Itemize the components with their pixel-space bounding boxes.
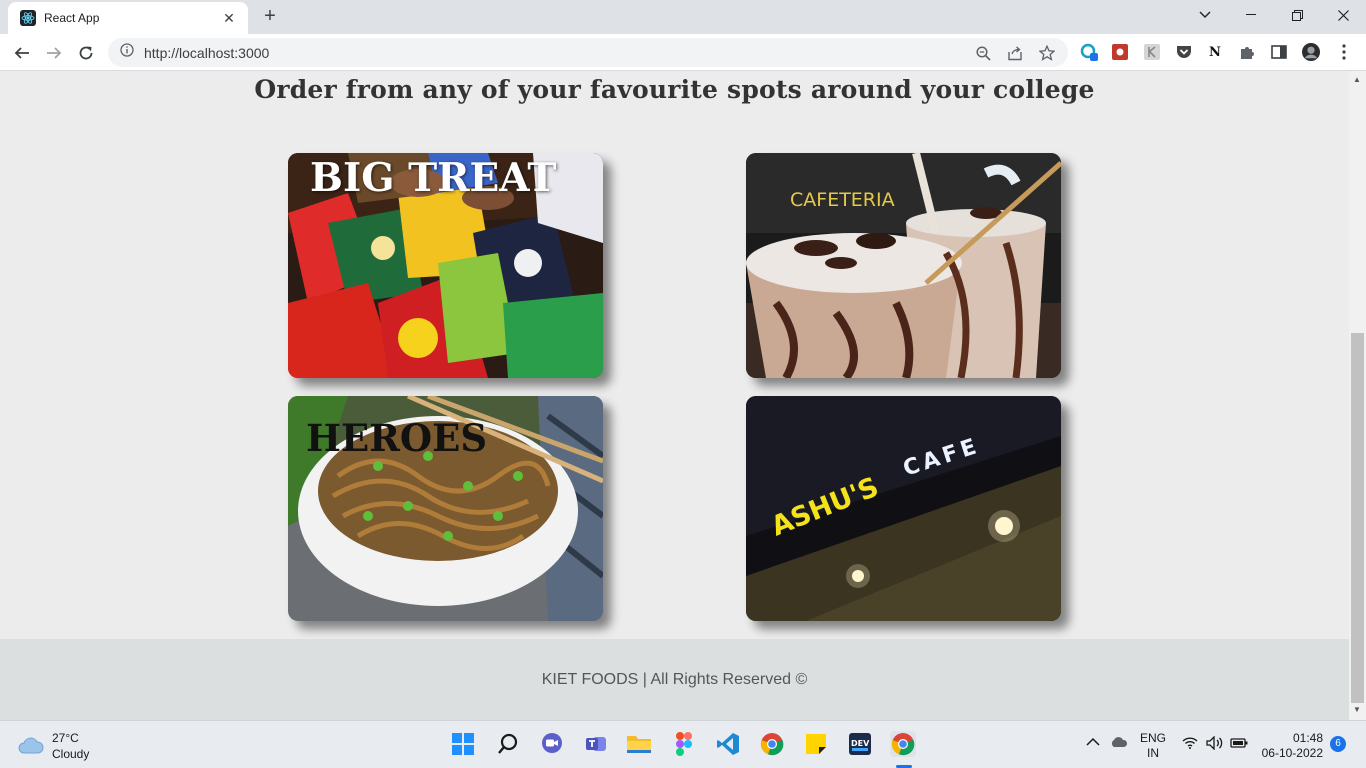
back-icon[interactable] [9,40,35,66]
card-label-big-treat: BIG TREAT [310,155,557,201]
extension-gray-icon[interactable] [1143,43,1161,61]
teams-icon[interactable] [583,731,609,757]
show-hidden-icons-chevron-icon[interactable] [1086,736,1100,751]
volume-icon[interactable] [1206,735,1224,754]
restaurant-card-big-treat[interactable]: BIG TREAT [288,153,603,378]
file-explorer-icon[interactable] [626,731,652,757]
onedrive-icon[interactable] [1110,736,1128,752]
restore-icon[interactable] [1274,0,1320,30]
page-scrollbar[interactable]: ▲ ▼ [1349,71,1366,720]
devhome-icon[interactable]: DEV [847,731,873,757]
extension-red-icon[interactable] [1111,43,1129,61]
search-icon[interactable] [495,731,521,757]
svg-text:DEV: DEV [851,739,870,748]
chrome-icon[interactable] [759,731,785,757]
scroll-up-arrow-icon[interactable]: ▲ [1353,75,1361,84]
windows-taskbar: 27°C Cloudy DEV ENG IN 01:48 06-10-2022 … [0,720,1366,768]
battery-icon[interactable] [1230,737,1248,753]
address-bar[interactable]: http://localhost:3000 [108,38,1068,67]
forward-icon[interactable] [41,40,67,66]
sticky-notes-icon[interactable] [803,731,829,757]
info-icon[interactable] [120,43,134,62]
close-window-icon[interactable] [1320,0,1366,30]
chrome-active-icon[interactable] [890,731,916,757]
notification-count-badge[interactable]: 6 [1330,736,1346,752]
language-code: ENG [1140,731,1167,745]
chat-icon[interactable] [539,731,565,757]
clock[interactable]: 01:48 06-10-2022 [1259,731,1323,761]
tab-strip: React App ✕ + [0,0,1366,34]
reload-icon[interactable] [73,40,99,66]
card-label-heroes: HEROES [306,416,488,460]
cafe-storefront-photo: ASHU'S CAFE [746,396,1061,621]
close-tab-icon[interactable]: ✕ [220,10,238,27]
weather-widget[interactable]: 27°C Cloudy [18,730,89,762]
cloud-icon [18,737,44,754]
side-panel-icon[interactable] [1270,43,1288,61]
tab-search-icon[interactable] [1182,0,1228,30]
notion-icon[interactable]: N [1206,43,1224,61]
restaurant-card-heroes[interactable]: HEROES [288,396,603,621]
extension-q-icon[interactable] [1080,43,1098,61]
zoom-icon[interactable] [974,45,992,61]
react-logo-icon [20,10,36,26]
browser-tab[interactable]: React App ✕ [8,2,248,34]
wifi-icon[interactable] [1182,737,1198,753]
share-icon[interactable] [1006,45,1024,61]
tab-title: React App [44,11,100,25]
page-heading: Order from any of your favourite spots a… [254,75,1095,104]
restaurant-card-cafe[interactable]: ASHU'S CAFE [746,396,1061,621]
menu-kebab-icon[interactable] [1335,43,1353,61]
page-footer: KIET FOODS | All Rights Reserved © [0,639,1349,720]
clock-time: 01:48 [1292,731,1323,745]
windows-start-icon[interactable] [450,731,476,757]
footer-text: KIET FOODS | All Rights Reserved © [541,670,808,688]
vscode-icon[interactable] [715,731,741,757]
scrollbar-thumb[interactable] [1351,333,1364,703]
browser-toolbar: http://localhost:3000 N [0,34,1366,71]
bookmark-star-icon[interactable] [1038,45,1056,61]
milkshake-photo [746,153,1061,378]
language-indicator[interactable]: ENG IN [1140,731,1166,761]
clock-date: 06-10-2022 [1261,746,1323,760]
restaurant-card-cafeteria[interactable]: CAFETERIA [746,153,1061,378]
new-tab-button[interactable]: + [258,5,282,29]
figma-icon[interactable] [671,731,697,757]
extensions-puzzle-icon[interactable] [1238,43,1256,61]
weather-desc: Cloudy [52,747,90,761]
pocket-icon[interactable] [1175,43,1193,61]
region-code: IN [1147,746,1159,760]
weather-temp: 27°C [52,731,79,745]
profile-avatar[interactable] [1302,43,1320,61]
card-label-cafeteria: CAFETERIA [790,189,895,211]
page-content: Order from any of your favourite spots a… [0,71,1349,720]
url-text[interactable]: http://localhost:3000 [144,45,269,61]
notion-label: N [1209,44,1221,60]
scroll-down-arrow-icon[interactable]: ▼ [1353,705,1361,714]
minimize-icon[interactable] [1228,0,1274,30]
